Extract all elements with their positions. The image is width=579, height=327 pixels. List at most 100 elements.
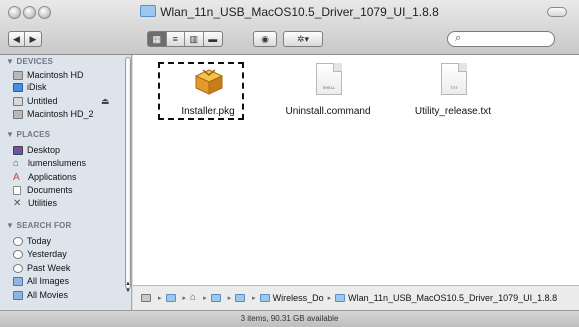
applications-icon: A: [13, 171, 20, 183]
path-separator: ▸: [252, 295, 256, 302]
folder-icon[interactable]: [165, 294, 176, 302]
title-bar: Wlan_11n_USB_MacOS10.5_Driver_1079_UI_1.…: [0, 0, 579, 55]
sidebar: ▼ DEVICES Macintosh HD iDisk Untitled ⏏ …: [0, 55, 132, 310]
search-icon: ⌕: [455, 32, 462, 44]
hard-drive-icon: [13, 109, 23, 119]
list-view-icon: ≡: [172, 34, 178, 44]
txt-tag: TXT: [450, 85, 458, 90]
sidebar-item-utilities[interactable]: ✕ Utilities: [13, 197, 57, 209]
folder-icon[interactable]: [210, 294, 221, 302]
desktop-icon: [13, 145, 23, 155]
path-separator: ▸: [182, 295, 187, 302]
path-separator: ▸: [203, 295, 207, 302]
sidebar-item-home[interactable]: ⌂ lumenslumens: [13, 157, 86, 169]
path-bar: ▸ ▸ ⌂ ▸ ▸ ▸ Wireless_Do ▸ Wlan_11n_USB_M…: [133, 285, 579, 310]
path-crumb-wireless[interactable]: Wireless_Do: [273, 293, 324, 303]
selection-highlight: [158, 62, 244, 120]
path-separator: ▸: [227, 295, 232, 302]
sidebar-item-label: Past Week: [27, 263, 71, 273]
window-title-text: Wlan_11n_USB_MacOS10.5_Driver_1079_UI_1.…: [160, 5, 439, 19]
folder-icon: [259, 294, 270, 302]
sidebar-item-label: Desktop: [27, 145, 61, 155]
eject-icon[interactable]: ⏏: [101, 95, 110, 107]
sidebar-item-label: Yesterday: [27, 249, 67, 259]
smart-folder-icon: [13, 290, 23, 300]
forward-arrow-icon: ▶: [29, 33, 37, 44]
shell-tag: SHELL: [322, 85, 336, 90]
sidebar-heading-devices: ▼ DEVICES: [6, 57, 54, 66]
search-field[interactable]: ⌕: [447, 31, 555, 47]
window-title: Wlan_11n_USB_MacOS10.5_Driver_1079_UI_1.…: [0, 5, 579, 19]
folder-icon: [335, 294, 346, 302]
sidebar-item-label: iDisk: [27, 82, 47, 92]
action-menu-button[interactable]: ✲▾: [283, 31, 323, 47]
coverflow-view-icon: ▬: [208, 34, 218, 44]
utilities-icon: ✕: [13, 197, 22, 209]
eye-icon: ◉: [261, 33, 269, 44]
status-text: 3 items, 90.31 GB available: [240, 314, 339, 323]
list-view-button[interactable]: ≡: [167, 32, 185, 46]
path-separator: ▸: [327, 295, 332, 302]
sidebar-item-label: All Images: [27, 276, 70, 286]
path-crumb-current[interactable]: Wlan_11n_USB_MacOS10.5_Driver_1079_UI_1.…: [348, 293, 557, 303]
column-view-icon: ▥: [189, 33, 198, 44]
sidebar-item-desktop[interactable]: Desktop: [13, 144, 60, 156]
sidebar-item-label: Documents: [27, 185, 73, 195]
page-fold: [333, 63, 342, 72]
nav-buttons: ◀ ▶: [8, 31, 42, 47]
path-separator: ▸: [158, 295, 162, 302]
quick-look-button[interactable]: ◉: [253, 31, 277, 47]
back-button[interactable]: ◀: [9, 32, 26, 46]
text-file-icon: TXT: [441, 63, 467, 95]
disk-icon: [13, 96, 23, 106]
sidebar-item-yesterday[interactable]: Yesterday: [13, 248, 67, 260]
column-view-button[interactable]: ▥: [185, 32, 204, 46]
sidebar-item-label: lumenslumens: [28, 158, 87, 168]
gear-icon: ✲▾: [296, 33, 310, 44]
sidebar-item-documents[interactable]: Documents: [13, 184, 73, 196]
idisk-icon: [13, 82, 23, 92]
forward-button[interactable]: ▶: [25, 32, 41, 46]
sidebar-heading-search-for: ▼ SEARCH FOR: [6, 221, 72, 230]
back-arrow-icon: ◀: [13, 33, 20, 44]
hard-drive-icon: [13, 70, 23, 80]
icon-view-button[interactable]: ▦: [148, 32, 167, 46]
toolbar-toggle-button[interactable]: [547, 7, 567, 17]
sidebar-item-all-images[interactable]: All Images: [13, 275, 69, 287]
home-icon[interactable]: ⌂: [190, 293, 196, 303]
file-name: Uninstall.command: [285, 106, 371, 117]
sidebar-item-label: Untitled: [27, 96, 58, 106]
coverflow-view-button[interactable]: ▬: [204, 32, 222, 46]
sidebar-item-label: Macintosh HD: [27, 70, 84, 80]
sidebar-scrollbar[interactable]: [124, 55, 132, 295]
page-fold: [458, 63, 467, 72]
status-bar: 3 items, 90.31 GB available: [0, 310, 579, 327]
sidebar-scroll-arrows[interactable]: ▲ ▼: [125, 281, 131, 295]
sidebar-item-untitled[interactable]: Untitled ⏏: [13, 95, 110, 107]
path-crumbs: ▸ ▸ ⌂ ▸ ▸ ▸ Wireless_Do ▸ Wlan_11n_USB_M…: [141, 293, 557, 303]
search-input[interactable]: [466, 33, 552, 47]
sidebar-item-applications[interactable]: A Applications: [13, 171, 77, 183]
smart-folder-icon: [13, 276, 23, 286]
sidebar-item-label: All Movies: [27, 290, 69, 300]
clock-icon: [13, 236, 23, 246]
home-icon: ⌂: [13, 157, 20, 169]
sidebar-item-idisk[interactable]: iDisk: [13, 81, 47, 93]
sidebar-item-label: Macintosh HD_2: [27, 109, 94, 119]
folder-icon[interactable]: [235, 294, 246, 302]
sidebar-scroll-thumb[interactable]: [125, 57, 131, 289]
sidebar-item-today[interactable]: Today: [13, 235, 51, 247]
hard-drive-icon[interactable]: [141, 294, 151, 302]
sidebar-item-label: Today: [27, 236, 52, 246]
sidebar-item-label: Utilities: [28, 198, 58, 208]
sidebar-heading-places: ▼ PLACES: [6, 130, 51, 139]
sidebar-item-label: Applications: [28, 172, 77, 182]
file-name: Utility_release.txt: [414, 106, 492, 117]
sidebar-item-macintosh-hd[interactable]: Macintosh HD: [13, 69, 84, 81]
sidebar-item-all-movies[interactable]: All Movies: [13, 289, 68, 301]
folder-icon: [140, 5, 157, 17]
finder-window: Wlan_11n_USB_MacOS10.5_Driver_1079_UI_1.…: [0, 0, 579, 327]
sidebar-item-past-week[interactable]: Past Week: [13, 262, 70, 274]
shell-script-icon: SHELL: [316, 63, 342, 95]
sidebar-item-macintosh-hd-2[interactable]: Macintosh HD_2: [13, 108, 94, 120]
